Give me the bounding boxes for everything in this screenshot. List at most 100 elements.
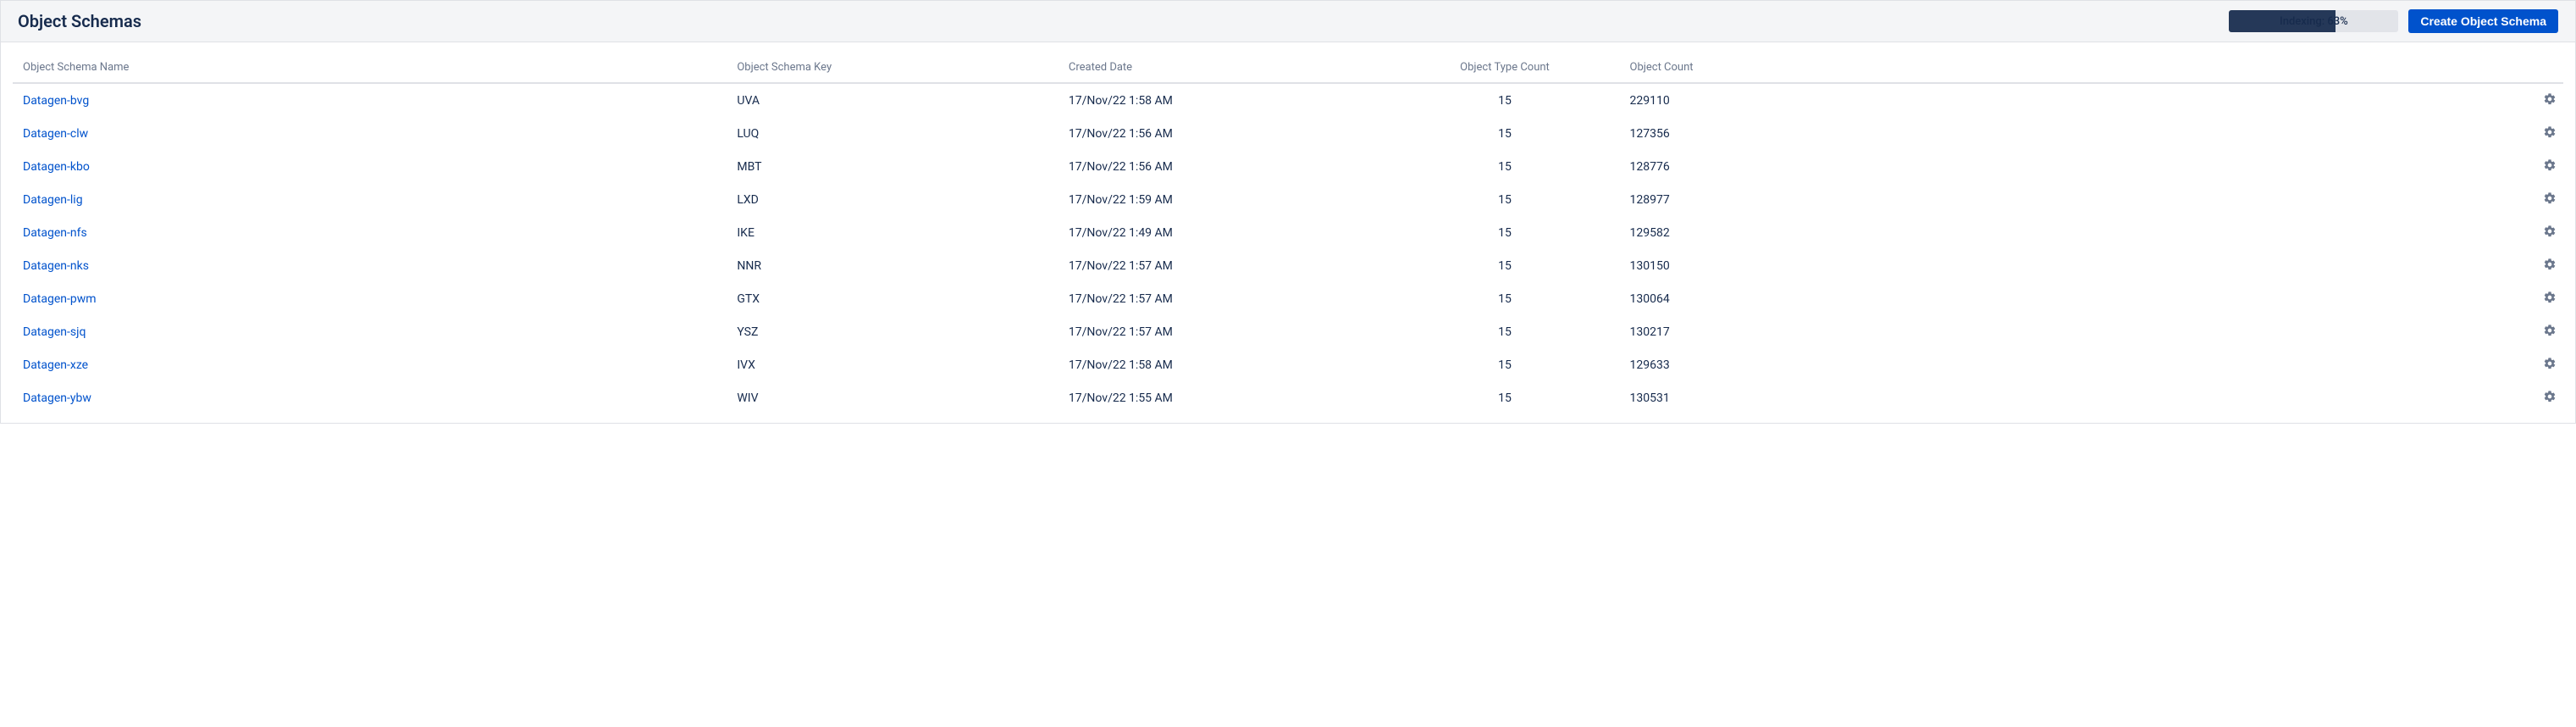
- table-row: Datagen-nks NNR17/Nov/22 1:57 AM15130150: [13, 249, 2563, 282]
- row-actions-button[interactable]: [2541, 124, 2558, 143]
- schema-type-count-cell: 15: [1390, 150, 1619, 183]
- schema-object-count-cell: 130531: [1620, 381, 1900, 414]
- table-row: Datagen-nfs IKE17/Nov/22 1:49 AM15129582: [13, 216, 2563, 249]
- schema-key-cell: WIV: [727, 381, 1059, 414]
- gear-icon: [2543, 191, 2557, 208]
- schema-name-link[interactable]: Datagen-pwm: [23, 292, 97, 306]
- schema-created-cell: 17/Nov/22 1:55 AM: [1059, 381, 1390, 414]
- spacer-cell: [1900, 282, 2529, 315]
- col-header-type-count[interactable]: Object Type Count: [1390, 53, 1619, 83]
- schema-type-count-cell: 15: [1390, 315, 1619, 348]
- schema-object-count-cell: 129582: [1620, 216, 1900, 249]
- table-row: Datagen-pwm GTX17/Nov/22 1:57 AM15130064: [13, 282, 2563, 315]
- object-schemas-page: Object Schemas Indexing: 63% Create Obje…: [0, 0, 2576, 424]
- schema-type-count-cell: 15: [1390, 83, 1619, 117]
- schema-object-count-cell: 128977: [1620, 183, 1900, 216]
- row-actions-button[interactable]: [2541, 289, 2558, 308]
- schema-type-count-cell: 15: [1390, 183, 1619, 216]
- indexing-progress: Indexing: 63%: [2229, 10, 2398, 32]
- spacer-cell: [1900, 183, 2529, 216]
- row-actions-button[interactable]: [2541, 322, 2558, 341]
- spacer-cell: [1900, 117, 2529, 150]
- schema-type-count-cell: 15: [1390, 381, 1619, 414]
- schema-type-count-cell: 15: [1390, 348, 1619, 381]
- gear-icon: [2543, 324, 2557, 340]
- schema-name-link[interactable]: Datagen-sjq: [23, 325, 86, 339]
- row-actions-button[interactable]: [2541, 157, 2558, 176]
- schema-object-count-cell: 127356: [1620, 117, 1900, 150]
- schema-created-cell: 17/Nov/22 1:49 AM: [1059, 216, 1390, 249]
- spacer-cell: [1900, 83, 2529, 117]
- row-actions-button[interactable]: [2541, 190, 2558, 209]
- schema-name-link[interactable]: Datagen-clw: [23, 127, 88, 141]
- schema-name-link[interactable]: Datagen-lig: [23, 193, 83, 207]
- row-actions-button[interactable]: [2541, 355, 2558, 375]
- row-actions-button[interactable]: [2541, 256, 2558, 275]
- spacer-cell: [1900, 216, 2529, 249]
- table-row: Datagen-clw LUQ17/Nov/22 1:56 AM15127356: [13, 117, 2563, 150]
- schema-type-count-cell: 15: [1390, 249, 1619, 282]
- table-row: Datagen-kboMBT17/Nov/22 1:56 AM15128776: [13, 150, 2563, 183]
- schema-created-cell: 17/Nov/22 1:57 AM: [1059, 315, 1390, 348]
- gear-icon: [2543, 125, 2557, 142]
- schema-object-count-cell: 130217: [1620, 315, 1900, 348]
- create-object-schema-button[interactable]: Create Object Schema: [2408, 9, 2558, 33]
- schema-name-link[interactable]: Datagen-nfs: [23, 226, 87, 240]
- gear-icon: [2543, 390, 2557, 406]
- schema-object-count-cell: 130064: [1620, 282, 1900, 315]
- schema-type-count-cell: 15: [1390, 216, 1619, 249]
- gear-icon: [2543, 357, 2557, 373]
- schema-key-cell: LUQ: [727, 117, 1059, 150]
- spacer-cell: [1900, 315, 2529, 348]
- schema-created-cell: 17/Nov/22 1:57 AM: [1059, 249, 1390, 282]
- gear-icon: [2543, 258, 2557, 274]
- schema-created-cell: 17/Nov/22 1:57 AM: [1059, 282, 1390, 315]
- col-header-spacer: [1900, 53, 2529, 83]
- schema-key-cell: LXD: [727, 183, 1059, 216]
- row-actions-button[interactable]: [2541, 223, 2558, 242]
- table-header-row: Object Schema Name Object Schema Key Cre…: [13, 53, 2563, 83]
- schema-created-cell: 17/Nov/22 1:59 AM: [1059, 183, 1390, 216]
- schema-name-link[interactable]: Datagen-xze: [23, 358, 88, 372]
- schema-type-count-cell: 15: [1390, 117, 1619, 150]
- schema-name-link[interactable]: Datagen-kbo: [23, 160, 90, 174]
- col-header-name[interactable]: Object Schema Name: [13, 53, 727, 83]
- schema-object-count-cell: 229110: [1620, 83, 1900, 117]
- schema-created-cell: 17/Nov/22 1:56 AM: [1059, 117, 1390, 150]
- table-row: Datagen-sjq YSZ17/Nov/22 1:57 AM15130217: [13, 315, 2563, 348]
- schema-key-cell: GTX: [727, 282, 1059, 315]
- schema-type-count-cell: 15: [1390, 282, 1619, 315]
- schema-object-count-cell: 130150: [1620, 249, 1900, 282]
- page-header: Object Schemas Indexing: 63% Create Obje…: [1, 1, 2575, 42]
- schema-name-link[interactable]: Datagen-bvg: [23, 94, 89, 108]
- schema-key-cell: YSZ: [727, 315, 1059, 348]
- schema-created-cell: 17/Nov/22 1:58 AM: [1059, 348, 1390, 381]
- spacer-cell: [1900, 150, 2529, 183]
- schema-created-cell: 17/Nov/22 1:56 AM: [1059, 150, 1390, 183]
- schema-key-cell: NNR: [727, 249, 1059, 282]
- gear-icon: [2543, 225, 2557, 241]
- table-row: Datagen-lig LXD17/Nov/22 1:59 AM15128977: [13, 183, 2563, 216]
- schema-created-cell: 17/Nov/22 1:58 AM: [1059, 83, 1390, 117]
- schema-table-wrap: Object Schema Name Object Schema Key Cre…: [1, 42, 2575, 423]
- spacer-cell: [1900, 381, 2529, 414]
- schema-name-link[interactable]: Datagen-nks: [23, 259, 89, 273]
- header-actions: Indexing: 63% Create Object Schema: [2229, 9, 2558, 33]
- indexing-progress-label: Indexing: 63%: [2229, 10, 2398, 32]
- col-header-actions: [2529, 53, 2563, 83]
- col-header-created[interactable]: Created Date: [1059, 53, 1390, 83]
- schema-object-count-cell: 128776: [1620, 150, 1900, 183]
- schema-key-cell: UVA: [727, 83, 1059, 117]
- table-row: Datagen-bvg UVA17/Nov/22 1:58 AM15229110: [13, 83, 2563, 117]
- spacer-cell: [1900, 348, 2529, 381]
- schema-key-cell: IKE: [727, 216, 1059, 249]
- spacer-cell: [1900, 249, 2529, 282]
- row-actions-button[interactable]: [2541, 388, 2558, 408]
- page-title: Object Schemas: [18, 11, 141, 31]
- gear-icon: [2543, 158, 2557, 175]
- table-row: Datagen-xzeIVX17/Nov/22 1:58 AM15129633: [13, 348, 2563, 381]
- col-header-key[interactable]: Object Schema Key: [727, 53, 1059, 83]
- row-actions-button[interactable]: [2541, 91, 2558, 110]
- col-header-obj-count[interactable]: Object Count: [1620, 53, 1900, 83]
- schema-name-link[interactable]: Datagen-ybw: [23, 391, 91, 405]
